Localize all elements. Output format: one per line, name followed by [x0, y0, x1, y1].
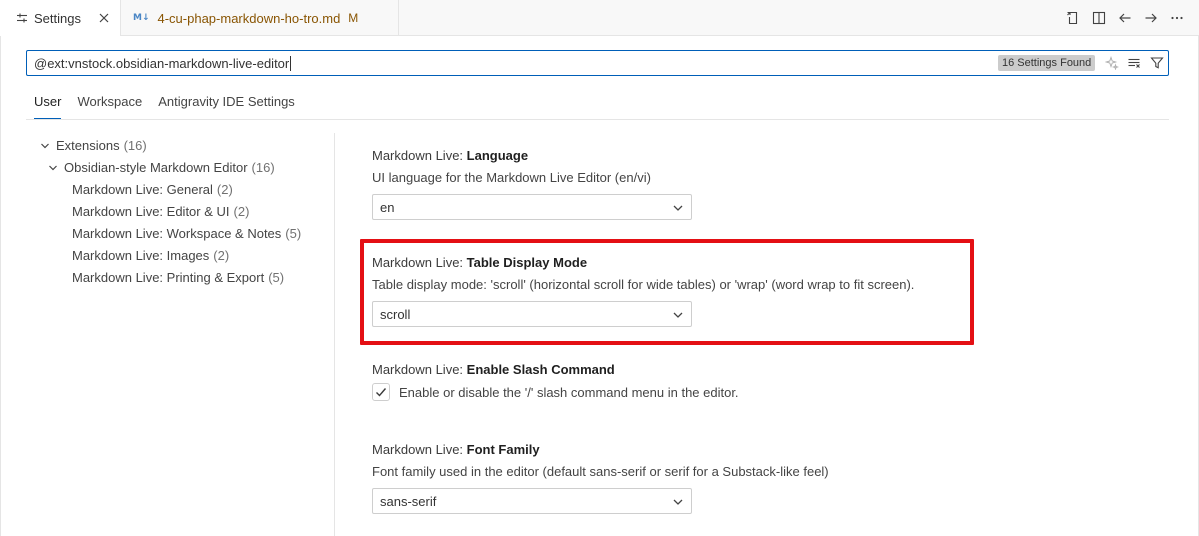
- toc-item-workspace-notes[interactable]: Markdown Live: Workspace & Notes (5): [26, 223, 326, 245]
- toc-label: Markdown Live: Printing & Export: [72, 270, 265, 285]
- setting-category: Markdown Live:: [372, 362, 467, 377]
- toc-count: (16): [123, 138, 147, 153]
- toc-label: Markdown Live: Workspace & Notes: [72, 226, 282, 241]
- setting-category: Markdown Live:: [372, 442, 467, 457]
- text-caret: [290, 56, 292, 71]
- select-value: sans-serif: [380, 494, 437, 509]
- toc-item-general[interactable]: Markdown Live: General (2): [26, 179, 326, 201]
- toc-count: (2): [233, 204, 250, 219]
- setting-enable-slash-command: Markdown Live: Enable Slash Command Enab…: [372, 362, 992, 401]
- scope-tabs-divider: [26, 119, 1169, 120]
- setting-description: UI language for the Markdown Live Editor…: [372, 170, 651, 185]
- setting-font-family: Markdown Live: Font Family Font family u…: [372, 442, 992, 514]
- toc-count: (5): [285, 226, 302, 241]
- setting-category: Markdown Live:: [372, 148, 467, 163]
- chevron-down-icon: [671, 495, 685, 509]
- toc-item-images[interactable]: Markdown Live: Images (2): [26, 245, 326, 267]
- toc-label: Markdown Live: General: [72, 182, 213, 197]
- setting-description: Enable or disable the '/' slash command …: [399, 384, 739, 400]
- toc-label: Markdown Live: Editor & UI: [72, 204, 230, 219]
- settings-sliders-icon: [16, 12, 28, 24]
- left-edge: [0, 36, 1, 536]
- chevron-down-icon: [671, 201, 685, 215]
- setting-title: Markdown Live: Enable Slash Command: [372, 362, 992, 377]
- sparkle-icon[interactable]: [1104, 55, 1120, 71]
- tab-markdown-file[interactable]: M↓ 4-cu-phap-markdown-ho-tro.md M: [121, 0, 399, 36]
- split-editor-icon[interactable]: [1091, 10, 1107, 26]
- setting-language: Markdown Live: Language UI language for …: [372, 148, 992, 220]
- toc-item-printing-export[interactable]: Markdown Live: Printing & Export (5): [26, 267, 326, 289]
- setting-title: Markdown Live: Language: [372, 148, 992, 163]
- tab-workspace[interactable]: Workspace: [77, 93, 142, 119]
- navigate-forward-icon[interactable]: [1143, 10, 1159, 26]
- toc-item-obsidian-markdown-editor[interactable]: Obsidian-style Markdown Editor (16): [26, 157, 326, 179]
- search-input-text: @ext:vnstock.obsidian-markdown-live-edit…: [34, 56, 290, 71]
- markdown-file-icon: M↓: [133, 13, 150, 23]
- language-select[interactable]: en: [372, 194, 692, 220]
- chevron-down-icon: [46, 161, 60, 175]
- tab-settings[interactable]: Settings: [0, 0, 121, 37]
- tab-user[interactable]: User: [34, 93, 62, 119]
- toc-count: (2): [216, 182, 233, 197]
- modified-indicator: M: [348, 11, 359, 25]
- checkmark-icon: [376, 388, 387, 397]
- toc-label: Obsidian-style Markdown Editor: [64, 160, 248, 175]
- toc-splitter[interactable]: [334, 133, 335, 536]
- setting-name: Language: [466, 148, 529, 163]
- tab-file-label: 4-cu-phap-markdown-ho-tro.md: [157, 10, 341, 26]
- setting-name: Enable Slash Command: [466, 362, 615, 377]
- toc-label: Extensions: [56, 138, 120, 153]
- settings-search-box[interactable]: @ext:vnstock.obsidian-markdown-live-edit…: [26, 50, 1169, 76]
- toc-count: (5): [268, 270, 285, 285]
- checkbox-row: Enable or disable the '/' slash command …: [372, 383, 992, 401]
- toc-count: (2): [213, 248, 230, 263]
- more-actions-icon[interactable]: [1169, 10, 1185, 26]
- tab-settings-label: Settings: [34, 10, 81, 26]
- select-value: en: [380, 200, 395, 215]
- setting-description: Font family used in the editor (default …: [372, 464, 829, 479]
- settings-found-badge: 16 Settings Found: [998, 55, 1096, 71]
- clear-filter-icon[interactable]: [1126, 55, 1142, 71]
- editor-actions: [1065, 0, 1185, 36]
- slash-command-checkbox[interactable]: [372, 383, 390, 401]
- close-tab-icon[interactable]: [96, 10, 112, 26]
- chevron-down-icon: [38, 139, 52, 153]
- navigate-back-icon[interactable]: [1117, 10, 1133, 26]
- settings-search-input[interactable]: @ext:vnstock.obsidian-markdown-live-edit…: [34, 56, 292, 71]
- toc-item-editor-ui[interactable]: Markdown Live: Editor & UI (2): [26, 201, 326, 223]
- settings-scope-tabs: User Workspace Antigravity IDE Settings: [34, 93, 295, 119]
- highlight-annotation-box: [360, 239, 974, 345]
- toc-count: (16): [251, 160, 275, 175]
- toc-label: Markdown Live: Images: [72, 248, 210, 263]
- editor-tab-bar: Settings M↓ 4-cu-phap-markdown-ho-tro.md…: [0, 0, 1199, 37]
- font-family-select[interactable]: sans-serif: [372, 488, 692, 514]
- toc-item-extensions[interactable]: Extensions (16): [26, 135, 326, 157]
- settings-toc: Extensions (16) Obsidian-style Markdown E…: [26, 135, 326, 289]
- setting-title: Markdown Live: Font Family: [372, 442, 992, 457]
- filter-icon[interactable]: [1149, 55, 1165, 71]
- open-settings-json-icon[interactable]: [1065, 10, 1081, 26]
- tab-antigravity-ide-settings[interactable]: Antigravity IDE Settings: [158, 93, 295, 119]
- setting-name: Font Family: [466, 442, 540, 457]
